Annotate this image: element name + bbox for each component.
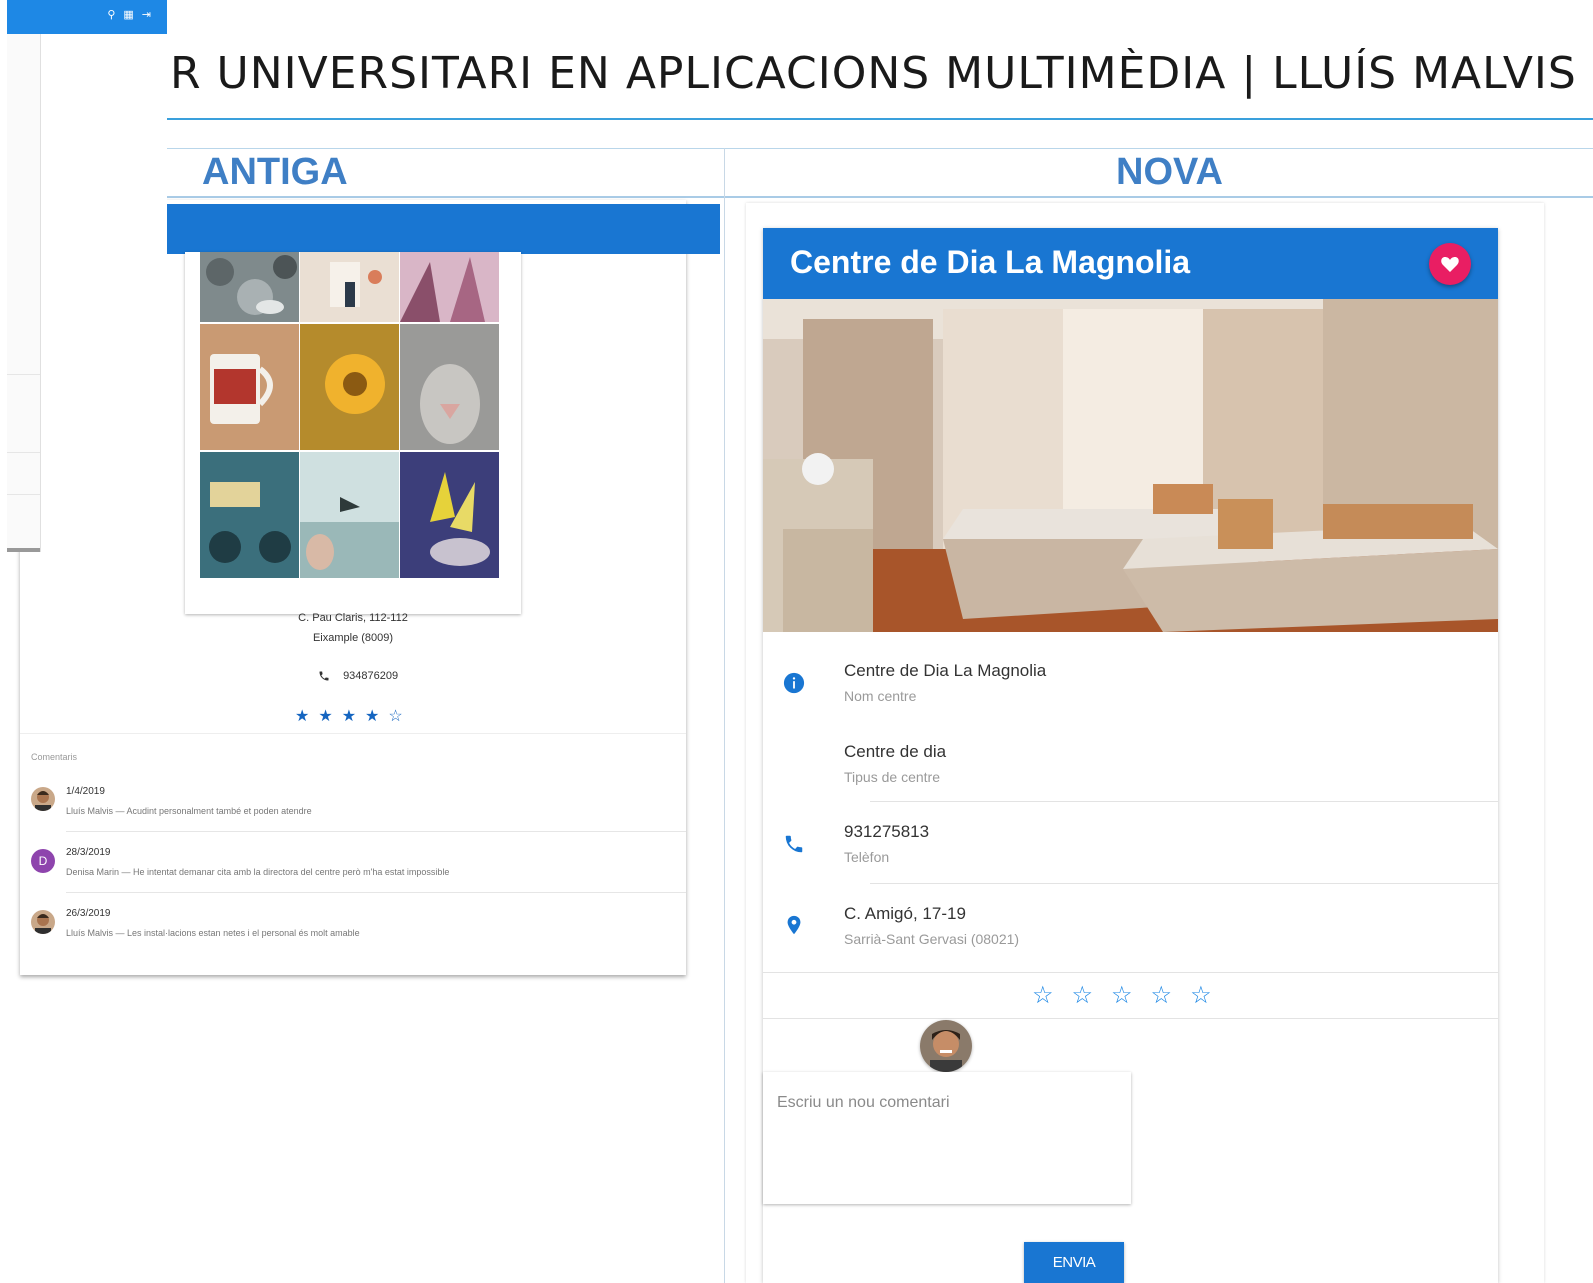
centre-district-label: Sarrià-Sant Gervasi (08021) [844,931,1020,947]
grid-photo-mug [200,324,299,450]
table-top-border [165,148,1593,149]
centre-phone-label: Telèfon [844,849,890,865]
old-rating-stars[interactable]: ★★★★☆ [295,706,412,726]
column-divider [724,148,725,1283]
star-empty-icon[interactable]: ☆ [1032,982,1072,1009]
divider [763,1018,1498,1019]
star-empty-icon[interactable]: ☆ [1072,982,1112,1009]
old-app-toolbar [165,204,720,254]
comment-text: Lluís Malvis — Les instal·lacions estan … [66,928,360,938]
new-rating-stars[interactable]: ☆☆☆☆☆ [1032,981,1230,1010]
divider [870,801,1498,802]
divider [66,892,686,893]
old-address-line2: Eixample (8009) [312,632,394,644]
old-photo-grid [185,252,521,614]
title-underline [165,118,1593,120]
phone-icon [785,835,803,853]
old-address-line1: C. Pau Claris, 112-112 [298,612,408,624]
centre-type-value: Centre de dia [844,742,947,761]
grid-photo-desk [300,252,399,322]
divider [20,733,686,734]
comment-text: Denisa Marin — He intentat demanar cita … [66,867,450,877]
centre-type-label: Tipus de centre [844,769,940,785]
comments-heading: Comentaris [31,752,78,762]
star-filled-icon[interactable]: ★ [318,708,341,725]
centre-photo [763,299,1498,632]
star-filled-icon[interactable]: ★ [295,708,318,725]
old-phone-row[interactable]: 934876209 [318,670,398,682]
divider [7,374,40,375]
old-app-overlay-window: ⚲▦⇥ [7,0,167,552]
grid-photo-dandelion [300,324,399,450]
table-header-border [165,196,1593,198]
column-heading-old: ANTIGA [202,151,348,193]
heart-icon [1441,257,1459,272]
comment-date: 1/4/2019 [66,786,105,797]
comment-date: 26/3/2019 [66,908,111,919]
column-heading-new: NOVA [1116,151,1223,193]
grid-photo-cat [400,324,499,450]
centre-name-label: Nom centre [844,688,917,704]
location-pin-icon [787,915,801,935]
star-filled-icon[interactable]: ★ [365,708,388,725]
star-empty-icon[interactable]: ☆ [1190,982,1230,1009]
user-avatar [920,1020,972,1072]
overlay-sidebar [7,34,41,552]
new-comment-input[interactable] [763,1072,1131,1204]
grid-icon[interactable]: ▦ [123,9,141,21]
avatar [31,787,55,811]
old-phone-number: 934876209 [343,670,399,682]
divider [763,972,1498,973]
divider [66,831,686,832]
grid-photo-flowers [400,452,499,578]
centre-phone-value[interactable]: 931275813 [844,822,929,842]
avatar: D [31,849,55,873]
avatar [31,910,55,934]
grid-photo-car [200,452,299,578]
search-icon[interactable]: ⚲ [107,9,123,21]
send-comment-button[interactable]: ENVIA [1024,1242,1124,1283]
star-filled-icon[interactable]: ★ [342,708,365,725]
overlay-toolbar-icons: ⚲▦⇥ [107,8,159,21]
divider [7,494,40,495]
star-empty-icon[interactable]: ☆ [1111,982,1151,1009]
centre-name-value: Centre de Dia La Magnolia [844,661,1047,680]
centre-title: Centre de Dia La Magnolia [790,244,1191,280]
divider [870,883,1498,884]
divider [7,548,40,552]
comment-date: 28/3/2019 [66,847,111,858]
divider [7,452,40,453]
overlay-toolbar: ⚲▦⇥ [7,0,167,34]
logout-icon[interactable]: ⇥ [142,9,159,21]
slide-title: R UNIVERSITARI EN APLICACIONS MULTIMÈDIA… [170,48,1577,99]
favorite-button[interactable] [1429,243,1471,285]
star-empty-icon[interactable]: ☆ [1151,982,1191,1009]
phone-icon [319,671,329,681]
grid-photo-sea [300,452,399,578]
star-empty-icon[interactable]: ☆ [388,708,411,725]
info-icon [783,672,805,694]
centre-address-value: C. Amigó, 17-19 [844,904,966,923]
grid-photo-rocks [200,252,299,322]
comment-text: Lluís Malvis — Acudint personalment tamb… [66,806,312,816]
grid-photo-blossoms [400,252,499,322]
